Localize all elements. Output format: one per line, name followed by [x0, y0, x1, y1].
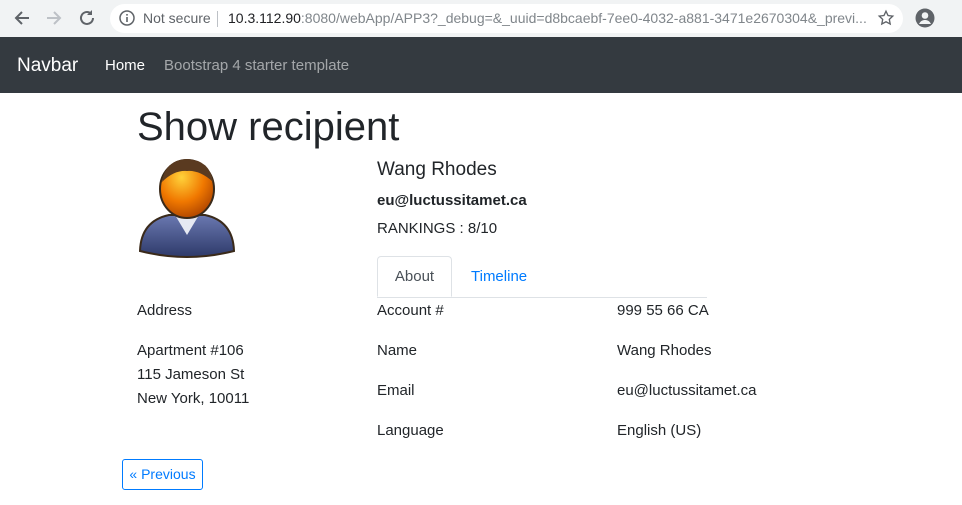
name-label: Name [377, 342, 418, 359]
language-value: English (US) [617, 422, 702, 439]
recipient-tabs: About Timeline [377, 256, 707, 298]
reload-icon[interactable] [77, 8, 97, 28]
info-icon[interactable] [119, 10, 135, 26]
account-label: Account # [377, 302, 444, 319]
account-value: 999 55 66 CA [617, 302, 709, 319]
email-label: Email [377, 382, 415, 399]
address-line-3: New York, 10011 [137, 390, 250, 407]
tab-about[interactable]: About [377, 256, 452, 297]
url-path: :8080/webApp/APP3?_debug=&_uuid=d8bcaebf… [300, 10, 867, 26]
address-label: Address [137, 302, 193, 319]
profile-avatar-icon[interactable] [915, 8, 935, 28]
navbar-brand[interactable]: Navbar [17, 55, 78, 77]
back-arrow-icon[interactable] [12, 8, 32, 28]
navbar: Navbar Home Bootstrap 4 starter template [0, 37, 962, 93]
name-value: Wang Rhodes [617, 342, 712, 359]
previous-button[interactable]: « Previous [122, 459, 203, 490]
url-host: 10.3.112.90 [228, 10, 301, 26]
address-line-1: Apartment #106 [137, 342, 244, 359]
recipient-avatar [137, 155, 237, 260]
email-value: eu@luctussitamet.ca [617, 382, 757, 399]
forward-arrow-icon[interactable] [44, 8, 64, 28]
recipient-email: eu@luctussitamet.ca [377, 192, 527, 209]
browser-toolbar: Not secure 10.3.112.90:8080/webApp/APP3?… [0, 0, 962, 38]
security-label: Not secure [143, 10, 211, 26]
nav-link-starter-template[interactable]: Bootstrap 4 starter template [164, 57, 349, 74]
divider [217, 11, 218, 27]
page-title: Show recipient [137, 105, 400, 149]
nav-link-home[interactable]: Home [105, 57, 145, 74]
language-label: Language [377, 422, 444, 439]
bookmark-star-icon[interactable] [877, 9, 895, 27]
url-text[interactable]: 10.3.112.90:8080/webApp/APP3?_debug=&_uu… [228, 10, 868, 26]
address-bar[interactable]: Not secure 10.3.112.90:8080/webApp/APP3?… [110, 4, 903, 33]
address-line-2: 115 Jameson St [137, 366, 245, 383]
tab-timeline[interactable]: Timeline [471, 268, 527, 285]
recipient-rankings: RANKINGS : 8/10 [377, 220, 498, 237]
recipient-name: Wang Rhodes [377, 159, 497, 180]
